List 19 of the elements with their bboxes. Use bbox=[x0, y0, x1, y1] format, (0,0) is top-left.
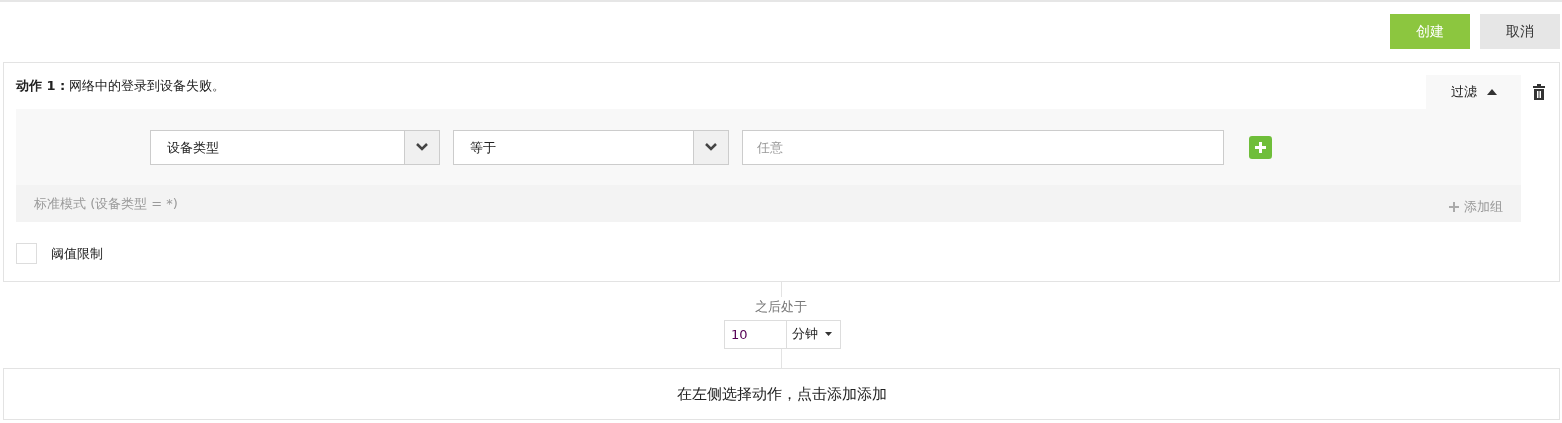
chevron-down-icon bbox=[416, 143, 428, 151]
filter-toggle[interactable]: 过滤 bbox=[1426, 75, 1521, 109]
checkbox[interactable] bbox=[16, 243, 37, 264]
hint-text: 在左侧选择动作，点击添加添加 bbox=[676, 384, 887, 404]
trash-icon[interactable] bbox=[1533, 84, 1545, 100]
caret-down-icon bbox=[825, 332, 832, 337]
caret-up-icon bbox=[1486, 89, 1497, 95]
value-field[interactable]: 任意 bbox=[742, 129, 1224, 165]
operator-dropdown[interactable]: 等于 bbox=[453, 129, 729, 165]
chevron-down-icon bbox=[705, 143, 717, 151]
checkbox-label: 阈值限制 bbox=[51, 244, 103, 263]
add-condition-button[interactable] bbox=[1249, 135, 1272, 159]
delay-label: 之后处于 bbox=[755, 297, 807, 316]
cancel-button[interactable]: 取消 bbox=[1480, 14, 1560, 49]
action-title: 动作 1 : 网络中的登录到设备失败。 bbox=[16, 77, 227, 95]
plus-icon bbox=[1255, 141, 1266, 153]
mode-text: 标准模式 (设备类型 = *) bbox=[34, 194, 178, 213]
plus-icon bbox=[1449, 201, 1459, 212]
field-dropdown[interactable]: 设备类型 bbox=[150, 129, 440, 165]
